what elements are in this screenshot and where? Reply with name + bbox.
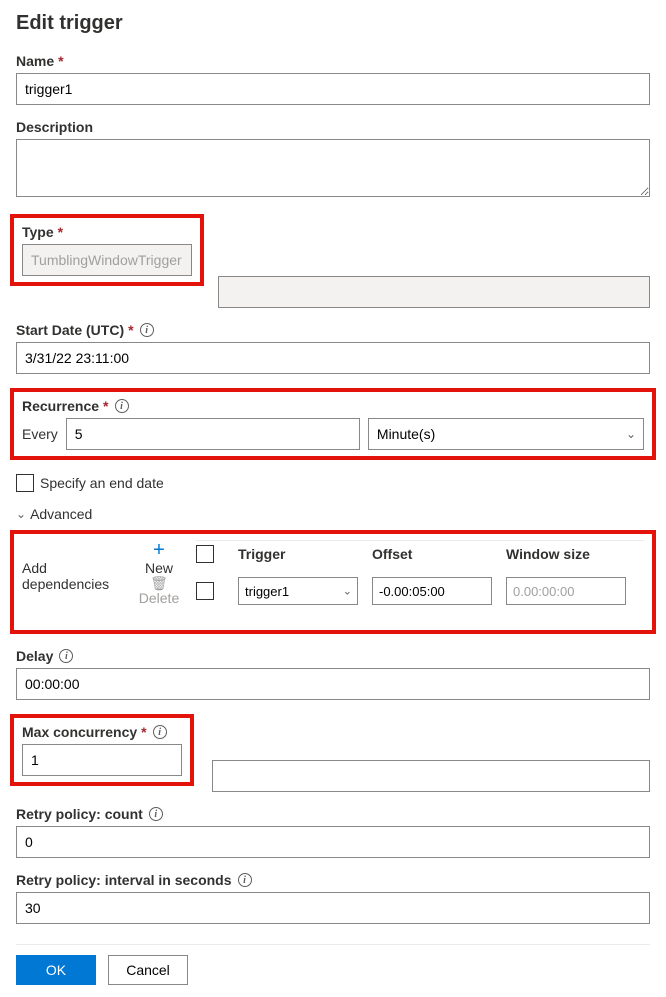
col-trigger: Trigger — [238, 546, 358, 562]
retry-interval-field: Retry policy: interval in seconds i — [16, 872, 650, 924]
row-window-input[interactable] — [506, 577, 626, 605]
retry-interval-input[interactable] — [16, 892, 650, 924]
type-label: Type* — [22, 224, 192, 240]
description-field: Description — [16, 119, 650, 200]
delay-field: Delay i — [16, 648, 650, 700]
info-icon[interactable]: i — [115, 399, 129, 413]
recurrence-field: Recurrence* i Every ⌄ — [10, 388, 656, 460]
description-input[interactable] — [16, 139, 650, 197]
col-offset: Offset — [372, 546, 492, 562]
plus-icon[interactable]: + — [153, 540, 165, 560]
name-input[interactable] — [16, 73, 650, 105]
type-input — [22, 244, 192, 276]
chevron-down-icon: ⌄ — [16, 507, 26, 521]
description-label: Description — [16, 119, 650, 135]
info-icon[interactable]: i — [153, 725, 167, 739]
cancel-button[interactable]: Cancel — [108, 955, 188, 985]
table-row: ⌄ — [196, 577, 644, 605]
delay-input[interactable] — [16, 668, 650, 700]
dependencies-section: Add dependencies + New 🗑 Delete Trigger … — [10, 530, 656, 634]
start-date-label: Start Date (UTC)* i — [16, 322, 650, 338]
row-trigger-select[interactable] — [238, 577, 358, 605]
type-field: Type* — [16, 214, 650, 308]
max-concurrency-input-ext[interactable] — [212, 760, 650, 792]
retry-count-input[interactable] — [16, 826, 650, 858]
advanced-toggle[interactable]: ⌄ Advanced — [16, 506, 650, 522]
type-input-full — [218, 276, 650, 308]
max-concurrency-input[interactable] — [22, 744, 182, 776]
row-checkbox[interactable] — [196, 582, 214, 600]
start-date-field: Start Date (UTC)* i — [16, 322, 650, 374]
recurrence-label: Recurrence* i — [22, 398, 644, 414]
delay-label: Delay i — [16, 648, 650, 664]
dependencies-delete-button: Delete — [139, 590, 179, 606]
info-icon[interactable]: i — [59, 649, 73, 663]
recurrence-unit-select[interactable] — [368, 418, 644, 450]
info-icon[interactable]: i — [149, 807, 163, 821]
retry-count-field: Retry policy: count i — [16, 806, 650, 858]
end-date-checkbox-row: Specify an end date — [16, 474, 650, 492]
col-window: Window size — [506, 546, 626, 562]
retry-count-label: Retry policy: count i — [16, 806, 650, 822]
end-date-label: Specify an end date — [40, 475, 164, 491]
ok-button[interactable]: OK — [16, 955, 96, 985]
page-title: Edit trigger — [16, 12, 650, 35]
start-date-input[interactable] — [16, 342, 650, 374]
dependencies-new-button[interactable]: New — [145, 560, 173, 576]
end-date-checkbox[interactable] — [16, 474, 34, 492]
name-label: Name* — [16, 53, 650, 69]
info-icon[interactable]: i — [140, 323, 154, 337]
trash-icon: 🗑 — [150, 576, 168, 590]
max-concurrency-label: Max concurrency* i — [22, 724, 182, 740]
row-offset-input[interactable] — [372, 577, 492, 605]
every-label: Every — [22, 426, 58, 442]
max-concurrency-field: Max concurrency* i — [16, 714, 650, 792]
dependencies-label: Add dependencies — [22, 540, 122, 592]
recurrence-every-input[interactable] — [66, 418, 360, 450]
info-icon[interactable]: i — [238, 873, 252, 887]
name-field: Name* — [16, 53, 650, 105]
dependencies-header-checkbox[interactable] — [196, 545, 214, 563]
retry-interval-label: Retry policy: interval in seconds i — [16, 872, 650, 888]
